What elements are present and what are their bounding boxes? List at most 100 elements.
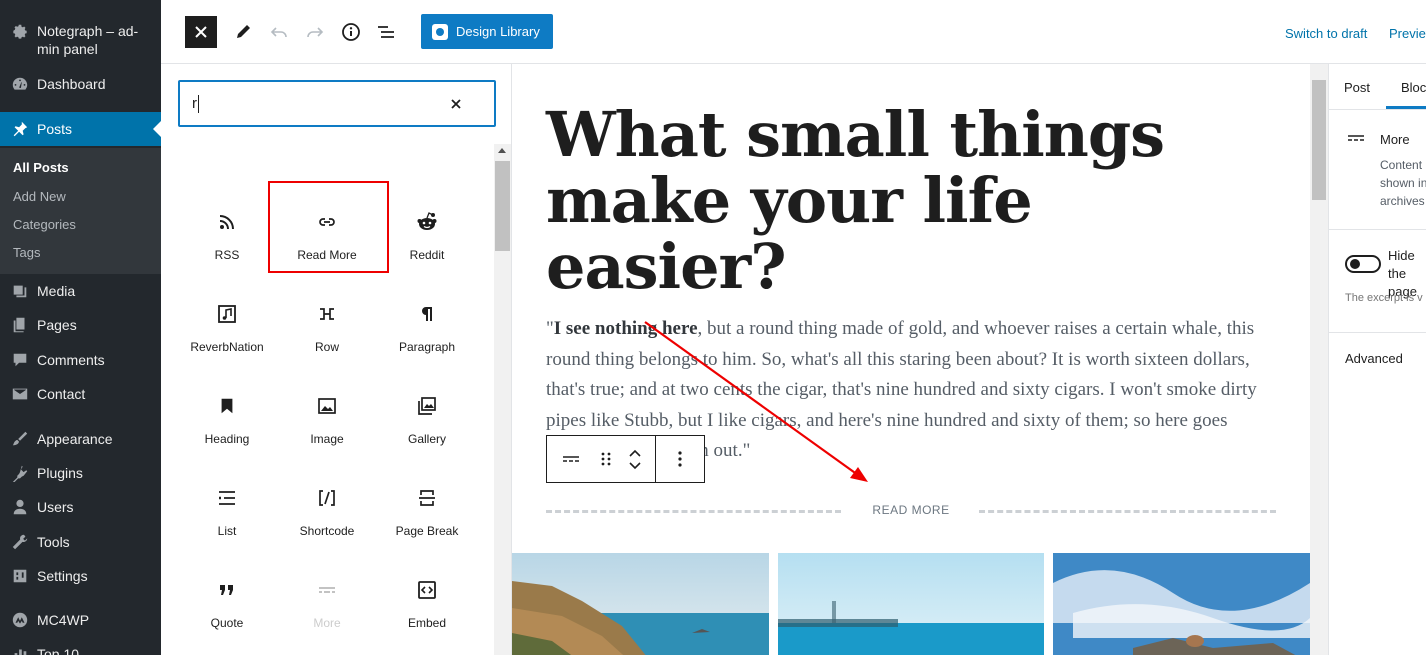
block-page-break[interactable]: Page Break	[377, 468, 477, 548]
block-label: RSS	[214, 248, 240, 262]
site-title-link[interactable]: Notegraph – ad-min panel	[10, 22, 160, 58]
menu-appearance[interactable]: Appearance	[0, 422, 161, 456]
gallery-image-sea[interactable]	[778, 553, 1044, 655]
divider	[1329, 229, 1426, 230]
block-card-icon	[1347, 132, 1365, 149]
scroll-up-arrow-icon[interactable]	[498, 148, 506, 153]
preview-link[interactable]: Preview	[1389, 26, 1426, 41]
tab-post[interactable]: Post	[1344, 80, 1370, 95]
block-row[interactable]: Row	[277, 284, 377, 364]
submenu-tags[interactable]: Tags	[13, 245, 40, 260]
move-block-buttons[interactable]	[616, 436, 656, 482]
block-label: More	[313, 616, 341, 630]
shortcode-icon	[315, 486, 339, 510]
menu-mc4wp[interactable]: MC4WP	[0, 603, 161, 637]
gallery-image-coast[interactable]	[512, 553, 769, 655]
drag-handle-icon	[601, 452, 611, 466]
menu-posts[interactable]: Posts	[0, 112, 161, 146]
block-card-description: Content shown in archives	[1380, 158, 1426, 208]
block-reverbnation[interactable]: ReverbNation	[177, 284, 277, 364]
block-type-button[interactable]	[547, 436, 596, 482]
menu-contact[interactable]: Contact	[0, 377, 161, 411]
block-label: Image	[310, 432, 344, 446]
menu-settings[interactable]: Settings	[0, 559, 161, 593]
gallery-image-clouds[interactable]	[1053, 553, 1310, 655]
redo-button[interactable]	[299, 16, 331, 48]
list-view-icon	[378, 26, 394, 38]
submenu-categories[interactable]: Categories	[13, 217, 76, 232]
design-library-button[interactable]: Design Library	[421, 14, 553, 49]
menu-label: Pages	[37, 317, 77, 333]
tools-button[interactable]	[227, 16, 259, 48]
post-title[interactable]: What small things make your life easier?	[546, 102, 1266, 300]
gear-icon	[10, 22, 30, 42]
redo-icon	[307, 27, 324, 38]
chevron-up-icon[interactable]	[628, 449, 642, 458]
chart-icon	[10, 644, 30, 655]
pilcrow-icon	[415, 302, 439, 326]
outline-button[interactable]	[370, 16, 402, 48]
plugin-icon	[10, 463, 30, 483]
menu-label: Dashboard	[37, 76, 106, 92]
pin-icon	[10, 119, 30, 139]
block-heading[interactable]: Heading	[177, 376, 277, 456]
menu-media[interactable]: Media	[0, 274, 161, 308]
block-search-input[interactable]: r	[178, 80, 496, 127]
list-icon	[215, 486, 239, 510]
inserter-scrollbar[interactable]	[494, 144, 511, 655]
scrollbar-thumb[interactable]	[1312, 80, 1326, 200]
settings-sidebar: Post Block More Content shown in archive…	[1328, 64, 1426, 655]
submenu-all-posts[interactable]: All Posts	[13, 160, 69, 175]
paragraph-bold-text: I see nothing here	[553, 318, 698, 339]
block-reddit[interactable]: Reddit	[377, 192, 477, 272]
block-paragraph[interactable]: Paragraph	[377, 284, 477, 364]
menu-plugins[interactable]: Plugins	[0, 456, 161, 490]
quote-icon	[215, 578, 239, 602]
mc4wp-icon	[10, 610, 30, 630]
canvas-scrollbar[interactable]	[1310, 64, 1328, 655]
hide-toggle[interactable]	[1345, 255, 1381, 273]
advanced-panel-toggle[interactable]: Advanced	[1345, 351, 1403, 366]
clear-search-icon[interactable]	[448, 96, 464, 112]
menu-label: Plugins	[37, 465, 83, 481]
details-button[interactable]	[335, 16, 367, 48]
comments-icon	[10, 350, 30, 370]
menu-pages[interactable]: Pages	[0, 308, 161, 342]
menu-tools[interactable]: Tools	[0, 525, 161, 559]
more-options-button[interactable]	[656, 436, 704, 482]
scrollbar-thumb[interactable]	[495, 161, 510, 251]
close-icon	[195, 26, 207, 38]
block-gallery[interactable]: Gallery	[377, 376, 477, 456]
block-list[interactable]: List	[177, 468, 277, 548]
block-embed[interactable]: Embed	[377, 560, 477, 640]
menu-label: Top 10	[37, 646, 80, 655]
close-inserter-button[interactable]	[185, 16, 217, 48]
undo-button[interactable]	[263, 16, 295, 48]
read-more-block[interactable]: READ MORE	[546, 500, 1276, 522]
block-rss[interactable]: RSS	[177, 192, 277, 272]
design-library-icon	[432, 23, 448, 40]
brush-icon	[10, 429, 30, 449]
block-label: Heading	[204, 432, 250, 446]
menu-comments[interactable]: Comments	[0, 343, 161, 377]
block-toolbar	[546, 435, 705, 483]
menu-dashboard[interactable]: Dashboard	[0, 67, 161, 101]
more-icon	[1348, 135, 1364, 141]
menu-label: Comments	[37, 352, 105, 368]
read-more-label[interactable]: READ MORE	[546, 503, 1276, 517]
chevron-down-icon[interactable]	[628, 461, 642, 470]
toggle-knob	[1350, 259, 1360, 269]
submenu-add-new[interactable]: Add New	[13, 189, 66, 204]
drag-handle[interactable]	[596, 436, 616, 482]
bookmark-icon	[215, 394, 239, 418]
menu-top10[interactable]: Top 10	[0, 637, 161, 655]
switch-to-draft-link[interactable]: Switch to draft	[1285, 26, 1367, 41]
menu-users[interactable]: Users	[0, 490, 161, 524]
tab-block[interactable]: Block	[1401, 80, 1426, 95]
menu-label: MC4WP	[37, 612, 90, 628]
block-image[interactable]: Image	[277, 376, 377, 456]
page-break-icon	[415, 486, 439, 510]
block-quote[interactable]: Quote	[177, 560, 277, 640]
block-shortcode[interactable]: Shortcode	[277, 468, 377, 548]
mail-icon	[10, 384, 30, 404]
